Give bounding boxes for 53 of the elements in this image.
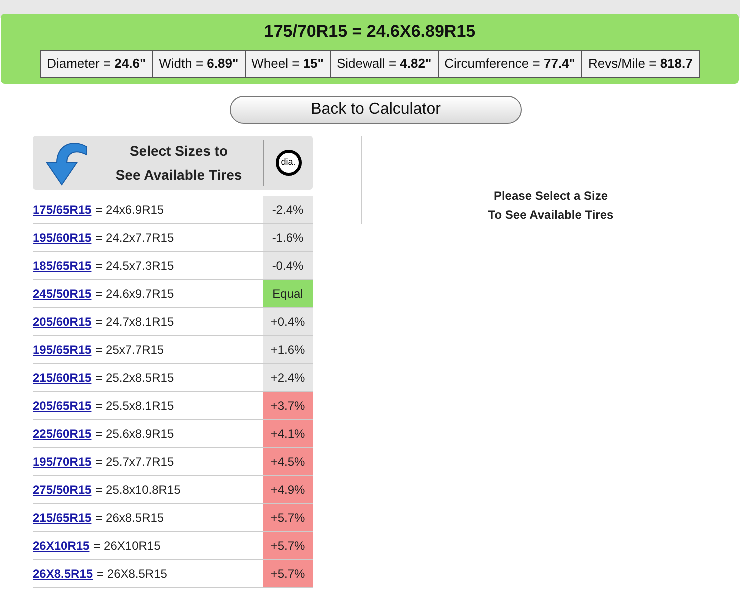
diameter-difference: +0.4% [263, 308, 313, 335]
tire-size-link[interactable]: 225/60R15 [33, 424, 92, 442]
select-size-message: Please Select a Size To See Available Tires [488, 188, 614, 224]
equivalent-size: = 25.2x8.5R15 [96, 370, 174, 386]
size-title: 175/70R15 = 24.6X6.89R15 [264, 21, 476, 43]
equivalent-size: = 25.7x7.7R15 [96, 454, 174, 470]
tire-size-link[interactable]: 215/65R15 [33, 508, 92, 526]
diameter-badge: dia. [276, 150, 302, 176]
diameter-difference: +1.6% [263, 336, 313, 363]
diameter-difference: +2.4% [263, 364, 313, 391]
equivalent-size: = 24.5x7.3R15 [96, 258, 174, 274]
equivalent-size: = 24.2x7.7R15 [96, 230, 174, 246]
diameter-difference: +4.9% [263, 476, 313, 503]
equivalent-size: = 24.6x9.7R15 [96, 286, 174, 302]
tire-size-link[interactable]: 245/50R15 [33, 284, 92, 302]
equivalent-size: = 26X10R15 [94, 538, 161, 554]
tire-size-link[interactable]: 195/60R15 [33, 228, 92, 246]
spec-cell: Diameter = 24.6" [41, 51, 152, 77]
diameter-difference: -2.4% [263, 196, 313, 223]
back-to-calculator-button[interactable]: Back to Calculator [230, 96, 522, 124]
tire-size-link[interactable]: 26X8.5R15 [33, 564, 94, 582]
diameter-difference: +4.5% [263, 448, 313, 475]
diameter-difference: -1.6% [263, 224, 313, 251]
diameter-difference: -0.4% [263, 252, 313, 279]
diameter-difference: +4.1% [263, 420, 313, 447]
tire-size-link[interactable]: 26X10R15 [33, 536, 90, 554]
tire-size-link[interactable]: 185/65R15 [33, 256, 92, 274]
diameter-difference: +5.7% [263, 560, 313, 587]
diameter-difference: +3.7% [263, 392, 313, 419]
diameter-difference: Equal [263, 280, 313, 307]
sizes-heading: Select Sizes to See Available Tires [114, 142, 244, 185]
tire-size-link[interactable]: 175/65R15 [33, 200, 92, 218]
spec-cell: Sidewall = 4.82" [330, 51, 438, 77]
equivalent-size: = 25x7.7R15 [96, 342, 164, 358]
spec-cell: Circumference = 77.4" [438, 51, 582, 77]
spec-cell: Revs/Mile = 818.7 [581, 51, 699, 77]
spec-cell: Wheel = 15" [244, 51, 330, 77]
diameter-difference: +5.7% [263, 504, 313, 531]
equivalent-size: = 26x8.5R15 [96, 510, 164, 526]
equivalent-size: = 26X8.5R15 [97, 566, 168, 582]
equivalent-size: = 25.6x8.9R15 [96, 426, 174, 442]
equivalent-size: = 24.7x8.1R15 [96, 314, 174, 330]
equivalent-size: = 25.8x10.8R15 [96, 482, 181, 498]
diameter-difference: +5.7% [263, 532, 313, 559]
tire-size-link[interactable]: 195/65R15 [33, 340, 92, 358]
tire-size-link[interactable]: 205/65R15 [33, 396, 92, 414]
tire-size-link[interactable]: 195/70R15 [33, 452, 92, 470]
tire-size-link[interactable]: 275/50R15 [33, 480, 92, 498]
tire-size-link[interactable]: 215/60R15 [33, 368, 92, 386]
spec-cell: Width = 6.89" [152, 51, 245, 77]
equivalent-size: = 24x6.9R15 [96, 202, 164, 218]
equivalent-size: = 25.5x8.1R15 [96, 398, 174, 414]
tire-size-link[interactable]: 205/60R15 [33, 312, 92, 330]
